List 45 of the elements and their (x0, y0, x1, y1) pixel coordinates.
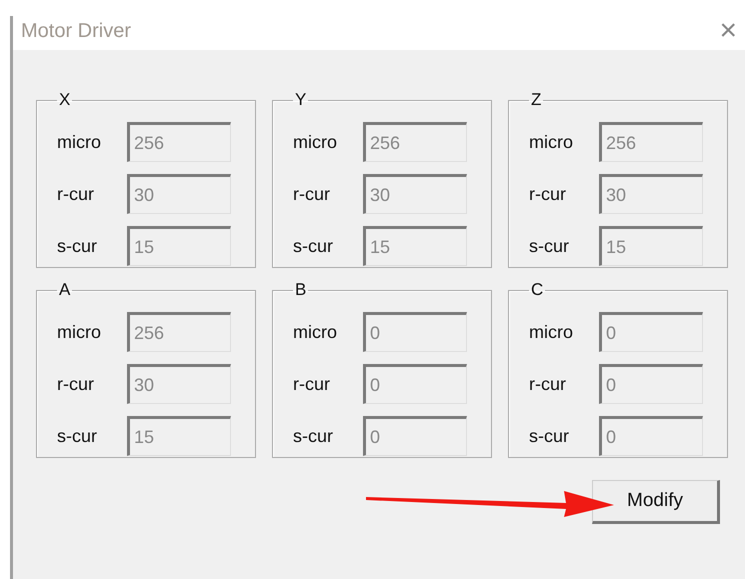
input-field[interactable]: 15 (599, 226, 703, 266)
field-label: micro (57, 132, 102, 152)
input-field[interactable]: 15 (127, 226, 231, 266)
modify-button[interactable]: Modify (592, 480, 720, 524)
field-label: micro (529, 132, 574, 152)
group-title: X (58, 90, 72, 110)
field-label: r-cur (57, 374, 95, 394)
input-field[interactable]: 256 (127, 312, 231, 352)
input-field[interactable]: 0 (599, 364, 703, 404)
input-field[interactable]: 256 (127, 122, 231, 162)
group-title: B (294, 280, 308, 300)
group-title: A (58, 280, 72, 300)
input-field[interactable]: 0 (363, 364, 467, 404)
input-field[interactable]: 15 (127, 416, 231, 456)
field-label: r-cur (293, 374, 331, 394)
field-label: r-cur (529, 374, 567, 394)
group-title: Y (294, 90, 308, 110)
input-field[interactable]: 256 (599, 122, 703, 162)
field-label: r-cur (529, 184, 567, 204)
input-field[interactable]: 0 (363, 416, 467, 456)
field-label: micro (57, 322, 102, 342)
window-title: Motor Driver (21, 20, 132, 42)
field-label: s-cur (293, 236, 334, 256)
field-label: micro (293, 322, 338, 342)
input-field[interactable]: 0 (599, 416, 703, 456)
field-label: r-cur (57, 184, 95, 204)
input-field[interactable]: 0 (363, 312, 467, 352)
field-label: s-cur (529, 236, 570, 256)
field-label: s-cur (57, 236, 98, 256)
field-label: micro (293, 132, 338, 152)
field-label: s-cur (293, 426, 334, 446)
group-title: C (530, 280, 544, 300)
input-field[interactable]: 30 (127, 364, 231, 404)
field-label: r-cur (293, 184, 331, 204)
input-field[interactable]: 30 (127, 174, 231, 214)
field-label: micro (529, 322, 574, 342)
input-field[interactable]: 30 (363, 174, 467, 214)
field-label: s-cur (529, 426, 570, 446)
input-field[interactable]: 30 (599, 174, 703, 214)
input-field[interactable]: 15 (363, 226, 467, 266)
group-title: Z (530, 90, 542, 110)
input-field[interactable]: 256 (363, 122, 467, 162)
input-field[interactable]: 0 (599, 312, 703, 352)
close-button[interactable]: × (715, 16, 741, 46)
field-label: s-cur (57, 426, 98, 446)
